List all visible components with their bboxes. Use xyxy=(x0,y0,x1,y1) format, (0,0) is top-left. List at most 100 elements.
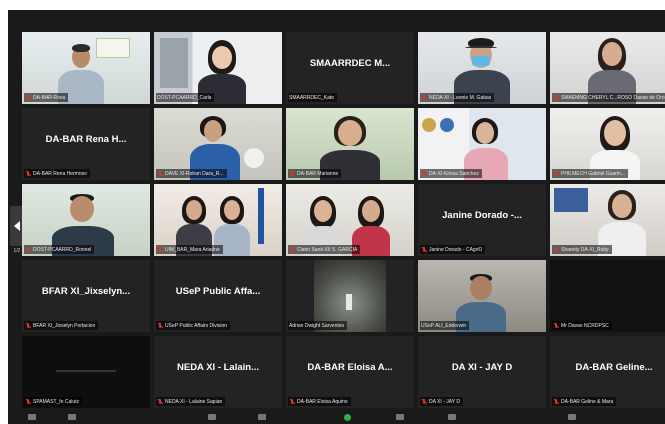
headset-icon xyxy=(465,46,497,50)
participant-tile[interactable]: DAVE XI-Rohan Dara_R... xyxy=(154,108,282,180)
seal-logo xyxy=(422,118,436,132)
participant-gallery: DA-BAR-Rosa DOST-PCAARRD_Carla SMAARRDEC… xyxy=(22,32,665,408)
mic-muted-icon xyxy=(25,170,31,177)
top-bar xyxy=(8,10,665,30)
participant-tile[interactable]: Janine Dorado -... Janine Dorado - CAgri… xyxy=(418,184,546,256)
mic-muted-icon xyxy=(553,398,559,405)
mic-muted-icon xyxy=(25,322,31,329)
face-mask xyxy=(472,56,490,66)
participant-name-label: DA-BAR Rena Hermoso xyxy=(24,169,90,178)
participant-tile[interactable]: NEDA XI - Leonie M. Gabas xyxy=(418,32,546,104)
participant-name-label: DA-BAR-Rosa xyxy=(24,93,69,102)
mic-muted-icon xyxy=(157,170,163,177)
participant-tile[interactable]: DA-BAR Marianne xyxy=(286,108,414,180)
participant-tile[interactable]: DA XI - JAY D DA XI - JAY D xyxy=(418,336,546,408)
participant-name-label: USeP Public Affairs Division xyxy=(156,321,231,330)
mic-muted-icon xyxy=(25,246,31,253)
mic-muted-icon xyxy=(421,94,427,101)
participant-display-name: Janine Dorado -... xyxy=(442,210,522,221)
participant-display-name: NEDA XI - Lalain... xyxy=(177,362,259,373)
participant-display-name: DA XI - JAY D xyxy=(451,362,513,373)
participant-name-label: Mr Davao NCRDPSC xyxy=(552,321,612,330)
participant-tile[interactable]: DA-BAR Eloisa A... DA-BAR Eloisa Aquino xyxy=(286,336,414,408)
participant-tile[interactable]: USeP ALI_Edderwin xyxy=(418,260,546,332)
participant-name-label: BFAR XI_Jixselyn Portacion xyxy=(24,321,99,330)
mic-muted-icon xyxy=(289,398,295,405)
participant-name-label: DA XI - JAY D xyxy=(420,397,463,406)
video-conference-window: 1/2 DA-BAR-Rosa DOST-PCAARRD_Carla SMAAR… xyxy=(8,10,665,424)
video-icon[interactable] xyxy=(68,414,76,420)
meeting-toolbar xyxy=(8,410,665,424)
mic-muted-icon xyxy=(25,94,31,101)
share-screen-icon[interactable] xyxy=(344,414,351,421)
participant-name-label: Adrian Dwight Sarventes xyxy=(288,321,348,330)
seal-logo xyxy=(440,118,454,132)
participant-name-label: NEDA XI - Leonie M. Gabas xyxy=(420,93,495,102)
banner-image xyxy=(96,38,130,58)
participant-tile[interactable]: DOST-PCAARRD_Ronnel xyxy=(22,184,150,256)
mic-muted-icon xyxy=(553,94,559,101)
participant-tile[interactable]: Adrian Dwight Sarventes xyxy=(286,260,414,332)
mic-muted-icon xyxy=(157,398,163,405)
participant-name-label: DA-BAR Marianne xyxy=(288,169,342,178)
mute-icon[interactable] xyxy=(28,414,36,420)
reactions-icon[interactable] xyxy=(448,414,456,420)
participant-name-label: DA-BAR Eloisa Aquino xyxy=(288,397,351,406)
participant-tile[interactable]: DOST-PCAARRD_Carla xyxy=(154,32,282,104)
participant-name-label: DAVE XI-Rohan Dara_R... xyxy=(156,169,227,178)
participant-tile[interactable]: BFAR XI_Jixselyn... BFAR XI_Jixselyn Por… xyxy=(22,260,150,332)
participant-name-label: NEDA XI - Lalaine Sapian xyxy=(156,397,226,406)
mic-muted-icon xyxy=(289,246,295,253)
participants-icon[interactable] xyxy=(208,414,216,420)
participant-tile[interactable]: Clarin Santi-XII S. GARCIA xyxy=(286,184,414,256)
participant-name-label: SPAMAST_fe Calutz xyxy=(24,397,83,406)
participant-tile[interactable]: Mr Davao NCRDPSC xyxy=(550,260,665,332)
mic-muted-icon xyxy=(553,246,559,253)
participant-display-name: USeP Public Affa... xyxy=(175,286,261,297)
participant-display-name: DA-BAR Rena H... xyxy=(45,134,127,145)
mic-muted-icon xyxy=(421,170,427,177)
flag-pole xyxy=(258,188,264,244)
participant-name-label: UIM_BAR_Mara Ariadne xyxy=(156,245,223,254)
participant-name-label: Janine Dorado - CAgriO xyxy=(420,245,486,254)
mic-muted-icon xyxy=(289,170,295,177)
participant-name-label: DOST-PCAARRD_Carla xyxy=(156,93,215,102)
participant-tile[interactable]: SMAARRDEC M... SMAARRDEC_Kate xyxy=(286,32,414,104)
participant-tile[interactable]: DA-BAR-Rosa xyxy=(22,32,150,104)
mic-muted-icon xyxy=(157,322,163,329)
participant-name-label: Shareity DA-XI_Ruby xyxy=(552,245,612,254)
participant-tile[interactable]: DA-BAR Rena H... DA-BAR Rena Hermoso xyxy=(22,108,150,180)
participant-tile[interactable]: Shareity DA-XI_Ruby xyxy=(550,184,665,256)
mic-muted-icon xyxy=(421,246,427,253)
participant-tile[interactable]: UIM_BAR_Mara Ariadne xyxy=(154,184,282,256)
participant-name-label: DOST-PCAARRD_Ronnel xyxy=(24,245,95,254)
participant-name-label: DA-XI-Krissa Sanchez xyxy=(420,169,482,178)
participant-tile[interactable]: DA-XI-Krissa Sanchez xyxy=(418,108,546,180)
participant-tile[interactable]: PHILMECH Gabriel Guarin... xyxy=(550,108,665,180)
participant-tile[interactable]: SMAEMNG CHERYL C...ROSO Davao de Oro xyxy=(550,32,665,104)
participant-name-label: DA-BAR Geline & Mara xyxy=(552,397,617,406)
chat-icon[interactable] xyxy=(258,414,266,420)
participant-tile[interactable]: DA-BAR Geline... DA-BAR Geline & Mara xyxy=(550,336,665,408)
participant-tile[interactable]: NEDA XI - Lalain... NEDA XI - Lalaine Sa… xyxy=(154,336,282,408)
participant-tile[interactable]: SPAMAST_fe Calutz xyxy=(22,336,150,408)
participant-display-name: DA-BAR Geline... xyxy=(575,362,653,373)
participant-name-label: Clarin Santi-XII S. GARCIA xyxy=(288,245,361,254)
mic-muted-icon xyxy=(421,398,427,405)
mic-muted-icon xyxy=(553,322,559,329)
participant-tile[interactable]: USeP Public Affa... USeP Public Affairs … xyxy=(154,260,282,332)
participant-name-label: PHILMECH Gabriel Guarin... xyxy=(552,169,628,178)
participant-display-name: SMAARRDEC M... xyxy=(309,58,391,69)
participant-name-label: SMAEMNG CHERYL C...ROSO Davao de Oro xyxy=(552,93,665,102)
mic-muted-icon xyxy=(157,246,163,253)
mic-muted-icon xyxy=(553,170,559,177)
participant-display-name: BFAR XI_Jixselyn... xyxy=(41,286,131,297)
mic-muted-icon xyxy=(25,398,31,405)
wall-poster xyxy=(554,188,588,212)
participant-name-label: SMAARRDEC_Kate xyxy=(288,93,338,102)
record-icon[interactable] xyxy=(396,414,404,420)
participant-name-label: USeP ALI_Edderwin xyxy=(420,321,470,330)
participant-display-name: DA-BAR Eloisa A... xyxy=(307,362,393,373)
chevron-left-icon xyxy=(14,221,20,231)
more-icon[interactable] xyxy=(568,414,576,420)
